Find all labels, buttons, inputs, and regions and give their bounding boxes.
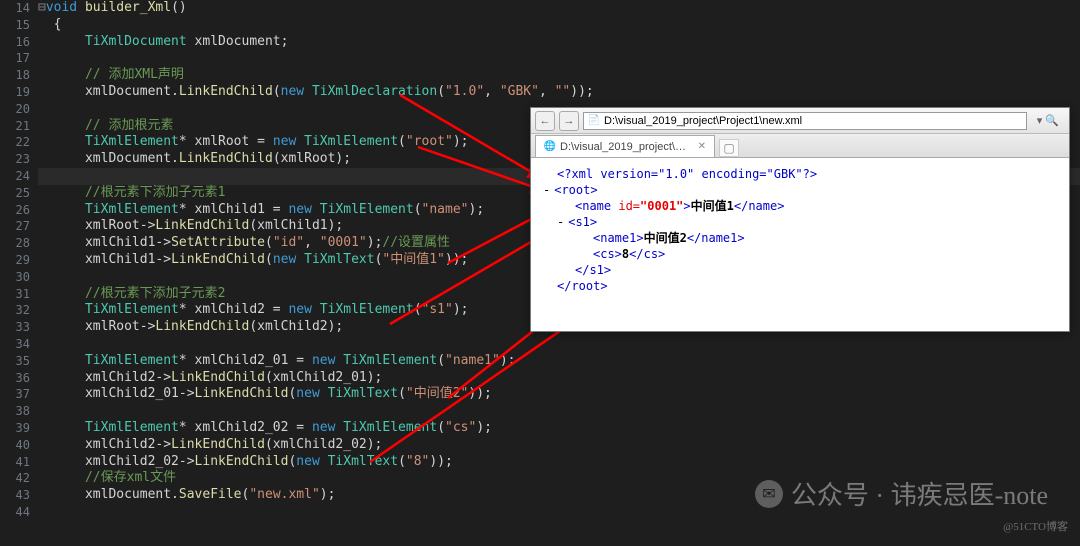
xml-s1-close: </s1> <box>575 263 611 277</box>
code-line[interactable] <box>38 50 1080 67</box>
browser-tabs: 🌐 D:\visual_2019_project\Pr... ✕ ▢ <box>531 134 1069 158</box>
code-line[interactable]: TiXmlElement* xmlChild2_01 = new TiXmlEl… <box>38 353 1080 370</box>
code-line[interactable] <box>38 336 1080 353</box>
address-bar[interactable]: 📄 D:\visual_2019_project\Project1\new.xm… <box>583 112 1027 130</box>
wechat-icon: ✉ <box>755 480 783 508</box>
code-line[interactable]: xmlChild2_01->LinkEndChild(new TiXmlText… <box>38 386 1080 403</box>
xml-cs-open: <cs> <box>593 247 622 261</box>
code-line[interactable]: // 添加XML声明 <box>38 67 1080 84</box>
address-text: D:\visual_2019_project\Project1\new.xml <box>604 115 802 127</box>
xml-name1-open: <name1> <box>593 231 644 245</box>
browser-window: ← → 📄 D:\visual_2019_project\Project1\ne… <box>530 107 1070 332</box>
code-line[interactable] <box>38 403 1080 420</box>
nav-back-button[interactable]: ← <box>535 111 555 131</box>
xml-name-text: 中间值1 <box>691 199 734 213</box>
code-line[interactable]: xmlChild2->LinkEndChild(xmlChild2_02); <box>38 437 1080 454</box>
code-line[interactable]: xmlChild2->LinkEndChild(xmlChild2_01); <box>38 370 1080 387</box>
watermark-large: ✉ 公众号 · 讳疾忌医-note <box>755 475 1048 512</box>
code-line[interactable]: ⊟void builder_Xml() <box>38 0 1080 17</box>
browser-tab-active[interactable]: 🌐 D:\visual_2019_project\Pr... ✕ <box>535 135 715 157</box>
fold-minus-icon[interactable]: - <box>557 215 564 229</box>
xml-name-tag: <name <box>575 199 618 213</box>
xml-name1-text: 中间值2 <box>644 231 687 245</box>
nav-forward-button[interactable]: → <box>559 111 579 131</box>
fold-minus-icon[interactable]: - <box>543 183 550 197</box>
xml-root-open: <root> <box>554 183 597 197</box>
xml-declaration: <?xml version="1.0" encoding="GBK"?> <box>557 167 817 181</box>
xml-content: <?xml version="1.0" encoding="GBK"?> -<r… <box>531 158 1069 302</box>
search-dropdown-icon[interactable]: ▾ 🔍 <box>1037 114 1059 127</box>
code-line[interactable]: xmlDocument.LinkEndChild(new TiXmlDeclar… <box>38 84 1080 101</box>
file-icon: 📄 <box>588 115 600 127</box>
new-tab-button[interactable]: ▢ <box>719 139 739 157</box>
browser-toolbar: ← → 📄 D:\visual_2019_project\Project1\ne… <box>531 108 1069 134</box>
tab-file-icon: 🌐 <box>544 141 556 153</box>
xml-root-close: </root> <box>557 279 608 293</box>
line-number-gutter: 1415161718192021222324252627282930313233… <box>0 0 38 546</box>
code-line[interactable]: TiXmlElement* xmlChild2_02 = new TiXmlEl… <box>38 420 1080 437</box>
tab-label: D:\visual_2019_project\Pr... <box>560 141 692 153</box>
code-line[interactable]: xmlChild2_02->LinkEndChild(new TiXmlText… <box>38 454 1080 471</box>
code-line[interactable]: { <box>38 17 1080 34</box>
tab-close-icon[interactable]: ✕ <box>698 141 706 152</box>
code-line[interactable]: TiXmlDocument xmlDocument; <box>38 34 1080 51</box>
xml-s1-open: <s1> <box>568 215 597 229</box>
watermark-small: @51CTO博客 <box>1003 518 1068 534</box>
